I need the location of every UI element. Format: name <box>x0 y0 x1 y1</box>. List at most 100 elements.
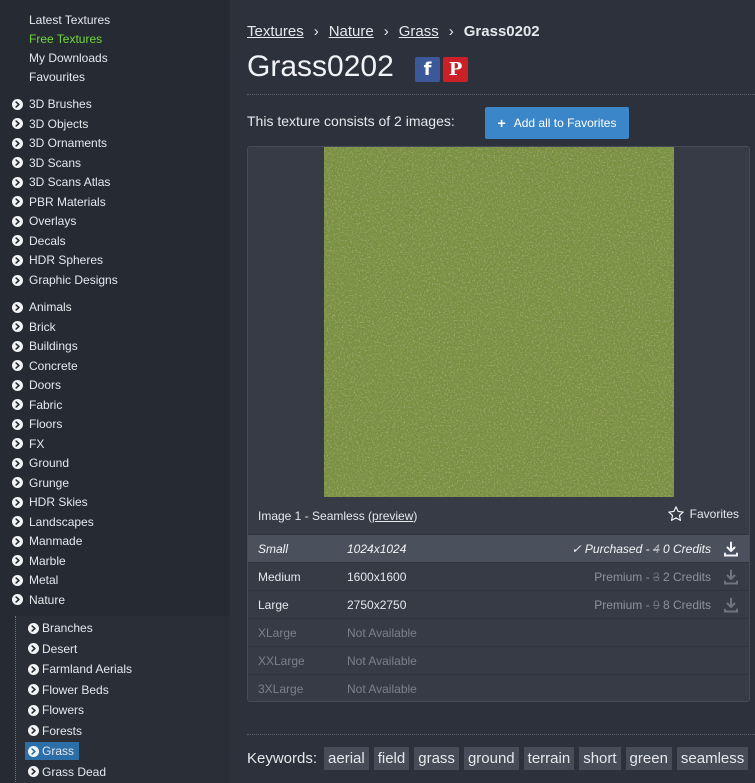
sidebar-subcategory-label: Branches <box>42 621 93 635</box>
sidebar-subcategory-branches[interactable]: Branches <box>28 619 93 637</box>
sidebar-category-marble[interactable]: Marble <box>12 552 66 570</box>
size-resolution: Not Available <box>347 625 417 640</box>
keyword-tag-terrain[interactable]: terrain <box>523 747 575 770</box>
size-name: XXLarge <box>258 653 305 668</box>
sidebar-category-metal[interactable]: Metal <box>12 571 58 589</box>
sidebar-category-animals[interactable]: Animals <box>12 298 72 316</box>
download-icon[interactable] <box>723 597 739 616</box>
sidebar-category-brick[interactable]: Brick <box>12 318 56 336</box>
keyword-tag-aerial[interactable]: aerial <box>324 747 369 770</box>
sidebar-subcategory-label: Grass Dead <box>42 764 107 779</box>
price-old-credits: 4 <box>652 541 660 556</box>
sidebar-category-doors[interactable]: Doors <box>12 376 61 394</box>
chevron-right-icon <box>12 574 23 586</box>
texture-preview-image[interactable] <box>324 147 674 497</box>
breadcrumb-link-textures[interactable]: Textures <box>247 23 304 40</box>
chevron-right-icon <box>28 725 39 737</box>
size-price: Premium - 3 2 Credits <box>594 570 711 584</box>
chevron-right-icon <box>28 684 39 696</box>
size-row-small[interactable]: Small 1024x1024 ✓ Purchased - 4 0 Credits <box>248 534 749 562</box>
sidebar-link-favourites[interactable]: Favourites <box>29 70 85 84</box>
sidebar-subcategory-label: Flower Beds <box>42 682 109 697</box>
divider <box>247 734 755 735</box>
sidebar-category-landscapes[interactable]: Landscapes <box>12 513 94 531</box>
sidebar-subcategory-grass[interactable]: Grass <box>25 742 79 761</box>
sidebar-category-buildings[interactable]: Buildings <box>12 337 78 355</box>
download-icon[interactable] <box>723 569 739 588</box>
sidebar-category-label: 3D Scans Atlas <box>29 175 111 190</box>
sidebar-category-decals[interactable]: Decals <box>12 232 66 250</box>
facebook-share-button[interactable]: f <box>415 57 440 82</box>
chevron-right-icon <box>12 235 23 247</box>
preview-link[interactable]: preview <box>372 509 413 523</box>
size-resolution: 1600x1600 <box>347 569 407 584</box>
sidebar-category-3d-scans-atlas[interactable]: 3D Scans Atlas <box>12 173 110 191</box>
chevron-right-icon <box>12 274 23 286</box>
add-all-to-favorites-label: Add all to Favorites <box>513 116 617 130</box>
keyword-tag-short[interactable]: short <box>579 747 621 770</box>
download-icon[interactable] <box>723 541 739 560</box>
price-old-credits: 3 <box>652 569 660 584</box>
sidebar-category-label: Concrete <box>29 358 78 373</box>
sidebar-category-overlays[interactable]: Overlays <box>12 212 76 230</box>
size-row-xxlarge: XXLarge Not Available <box>248 646 749 674</box>
sidebar-subcategory-flower-beds[interactable]: Flower Beds <box>28 681 109 699</box>
sidebar-category-hdr-spheres[interactable]: HDR Spheres <box>12 251 103 269</box>
sidebar-subcategory-forests[interactable]: Forests <box>28 722 82 740</box>
sidebar-category-ground[interactable]: Ground <box>12 454 69 472</box>
keyword-tag-seamless[interactable]: seamless <box>676 747 749 770</box>
keyword-tag-green[interactable]: green <box>625 747 672 770</box>
keywords-label: Keywords: <box>247 750 318 767</box>
chevron-right-icon <box>28 622 39 634</box>
sidebar-subcategory-farmland-aerials[interactable]: Farmland Aerials <box>28 660 132 678</box>
sidebar-category-label: 3D Brushes <box>29 97 92 111</box>
sidebar-link-free-textures[interactable]: Free Textures <box>29 32 102 46</box>
sidebar-category-label: Nature <box>29 592 66 607</box>
sidebar-category-label: HDR Skies <box>29 495 88 510</box>
sidebar-category-3d-brushes[interactable]: 3D Brushes <box>12 95 92 113</box>
keyword-tag-grass[interactable]: grass <box>414 747 459 770</box>
sidebar-category-floors[interactable]: Floors <box>12 415 62 433</box>
sidebar-category-label: PBR Materials <box>29 194 106 209</box>
sidebar-subcategory-flowers[interactable]: Flowers <box>28 701 84 719</box>
chevron-right-icon <box>12 496 23 508</box>
breadcrumb-link-grass[interactable]: Grass <box>399 23 439 40</box>
sidebar-category-pbr-materials[interactable]: PBR Materials <box>12 193 106 211</box>
size-resolution: 1024x1024 <box>347 541 407 556</box>
sidebar-category-fabric[interactable]: Fabric <box>12 396 62 414</box>
sidebar-category-label: Graphic Designs <box>29 273 118 288</box>
sidebar-category-label: Buildings <box>29 339 78 354</box>
keyword-tag-ground[interactable]: ground <box>463 747 519 770</box>
image-caption: Image 1 - Seamless (preview) <box>258 509 417 523</box>
sidebar-subcategory-grass-dead[interactable]: Grass Dead <box>28 763 106 781</box>
sidebar-category-3d-objects[interactable]: 3D Objects <box>12 115 88 133</box>
pinterest-share-button[interactable]: P <box>443 57 468 82</box>
size-row-large[interactable]: Large 2750x2750 Premium - 9 8 Credits <box>248 590 749 618</box>
keyword-tag-field[interactable]: field <box>373 747 410 770</box>
chevron-right-icon <box>12 418 23 430</box>
sidebar-category-graphic-designs[interactable]: Graphic Designs <box>12 271 118 289</box>
sidebar-category-nature[interactable]: Nature <box>12 591 65 609</box>
sidebar-category-hdr-skies[interactable]: HDR Skies <box>12 493 88 511</box>
chevron-right-icon <box>28 766 39 778</box>
sidebar-category-grunge[interactable]: Grunge <box>12 474 69 492</box>
breadcrumb: Textures › Nature › Grass › Grass0202 <box>247 23 540 40</box>
sidebar-category-label: Manmade <box>29 534 83 549</box>
size-row-medium[interactable]: Medium 1600x1600 Premium - 3 2 Credits <box>248 562 749 590</box>
breadcrumb-link-nature[interactable]: Nature <box>329 23 374 40</box>
chevron-right-icon <box>12 516 23 528</box>
add-to-favorites-button[interactable]: Favorites <box>667 505 739 523</box>
sidebar-category-fx[interactable]: FX <box>12 435 44 453</box>
sidebar-subcategory-desert[interactable]: Desert <box>28 640 77 658</box>
size-name: Small <box>258 541 289 556</box>
sidebar-category-3d-ornaments[interactable]: 3D Ornaments <box>12 134 107 152</box>
chevron-right-icon <box>12 321 23 333</box>
sidebar-category-concrete[interactable]: Concrete <box>12 357 78 375</box>
sidebar-category-manmade[interactable]: Manmade <box>12 532 82 550</box>
sidebar-link-latest-textures[interactable]: Latest Textures <box>29 13 110 27</box>
chevron-right-icon <box>12 594 23 606</box>
add-all-to-favorites-button[interactable]: + Add all to Favorites <box>485 107 629 139</box>
size-row-xlarge: XLarge Not Available <box>248 618 749 646</box>
sidebar-link-my-downloads[interactable]: My Downloads <box>29 51 108 65</box>
sidebar-category-3d-scans[interactable]: 3D Scans <box>12 154 81 172</box>
